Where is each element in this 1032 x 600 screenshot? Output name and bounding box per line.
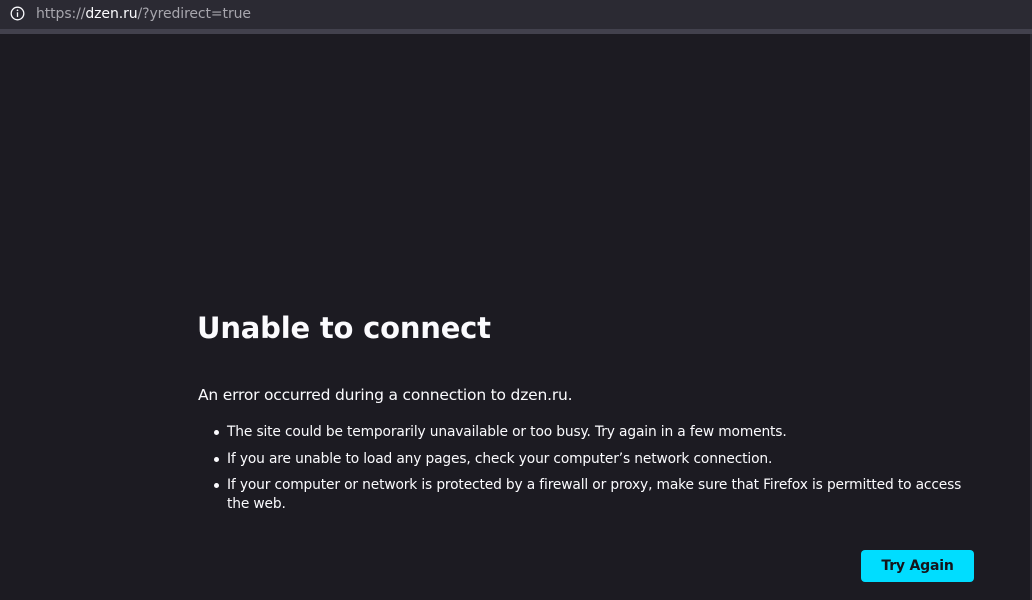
url-text[interactable]: https://dzen.ru/?yredirect=true <box>36 5 251 23</box>
url-scheme: https:// <box>36 6 86 22</box>
info-icon[interactable] <box>10 6 25 21</box>
error-title: Unable to connect <box>197 311 491 345</box>
address-bar[interactable]: https://dzen.ru/?yredirect=true <box>0 0 1032 29</box>
list-item: If you are unable to load any pages, che… <box>213 450 983 469</box>
url-host: dzen.ru <box>85 6 138 22</box>
error-reasons-list: The site could be temporarily unavailabl… <box>213 423 983 522</box>
try-again-button[interactable]: Try Again <box>861 550 974 582</box>
url-path: /?yredirect=true <box>137 6 251 22</box>
list-item: The site could be temporarily unavailabl… <box>213 423 983 442</box>
error-intro: An error occurred during a connection to… <box>198 386 573 404</box>
list-item: If your computer or network is protected… <box>213 476 983 514</box>
